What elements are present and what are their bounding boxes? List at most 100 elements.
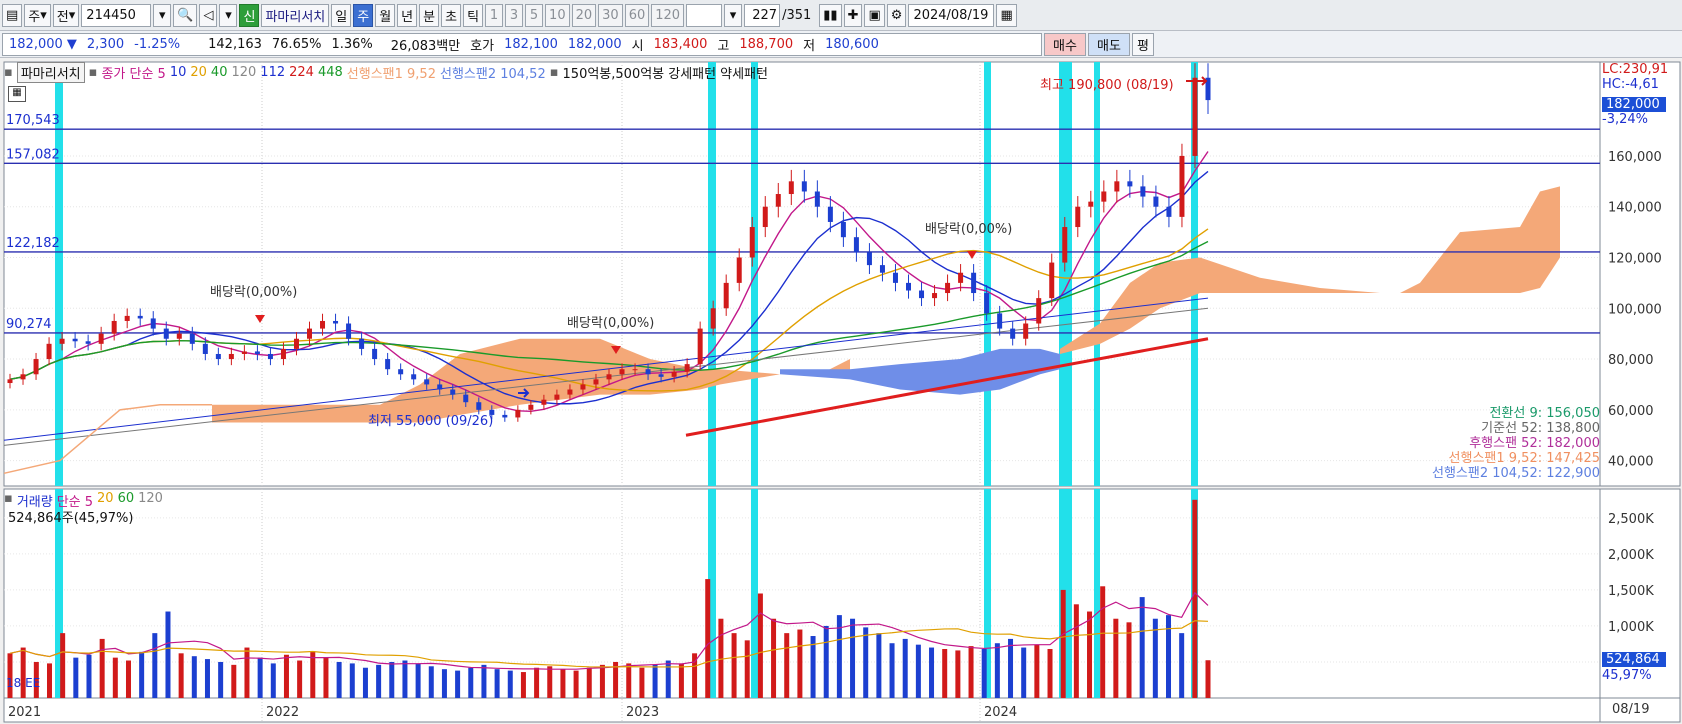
period-month[interactable]: 월 — [375, 3, 396, 27]
volume-bar — [784, 633, 790, 698]
tick-20[interactable]: 20 — [571, 3, 597, 27]
candle-body — [293, 338, 299, 349]
candle-body — [241, 351, 247, 354]
candle-body — [346, 323, 352, 339]
volume-bar — [323, 657, 329, 698]
current-price: 182,000 ▼ — [9, 36, 77, 52]
candle-body — [111, 320, 117, 334]
search-icon[interactable]: 🔍 — [173, 3, 198, 27]
volume-bar — [1073, 604, 1079, 698]
code-input[interactable]: 214450 — [81, 3, 152, 27]
menu-icon[interactable]: ▤ — [2, 3, 23, 27]
candle-icon[interactable]: ▮▮ — [819, 3, 842, 27]
speaker-icon[interactable]: ◁ — [199, 3, 218, 27]
custom-tick-input[interactable] — [686, 3, 723, 27]
volume-chart[interactable]: 500K1,000K1,500K2,000K2,500K202120222023… — [0, 487, 1682, 724]
vol-min-label: 18 EE — [6, 676, 40, 690]
candle-body — [775, 194, 781, 207]
save-icon[interactable]: ▣ — [864, 3, 885, 27]
volume-bar — [415, 663, 421, 698]
prev-select[interactable]: 전 ▾ — [52, 3, 80, 27]
candle-body — [1114, 181, 1120, 192]
candle-body — [424, 379, 430, 385]
candle-body — [1023, 323, 1029, 339]
candle-body — [827, 206, 833, 222]
volume-bar — [810, 636, 816, 698]
speaker-dropdown-icon[interactable]: ▾ — [219, 3, 238, 27]
buy-button[interactable]: 매수 — [1044, 32, 1086, 56]
volume-bar — [204, 659, 210, 698]
candle-body — [398, 369, 404, 375]
candle-body — [853, 237, 859, 253]
candle-body — [307, 328, 312, 339]
tick-60[interactable]: 60 — [624, 3, 650, 27]
volume-bar — [218, 661, 224, 698]
tick-3[interactable]: 3 — [505, 3, 524, 27]
period-second[interactable]: 초 — [441, 3, 462, 27]
period-day[interactable]: 일 — [331, 3, 352, 27]
volume-bar — [757, 593, 763, 698]
high-price: 188,700 — [739, 36, 794, 52]
candle-body — [749, 227, 755, 258]
period-year[interactable]: 년 — [397, 3, 418, 27]
volume-bar — [520, 672, 526, 698]
period-minute[interactable]: 분 — [419, 3, 440, 27]
code-dropdown-icon[interactable]: ▾ — [153, 3, 172, 27]
date-input[interactable]: 2024/08/19 — [908, 3, 995, 27]
candle-body — [1075, 206, 1081, 228]
volume-bar — [112, 657, 118, 698]
tick-10[interactable]: 10 — [545, 3, 570, 27]
volume-bar — [1021, 647, 1027, 698]
sell-button[interactable]: 매도 — [1088, 32, 1130, 56]
candle-body — [1179, 155, 1185, 217]
gear-icon[interactable]: ⚙ — [886, 3, 907, 27]
tick-1[interactable]: 1 — [485, 3, 504, 27]
legend-ma112: 112 — [260, 65, 286, 80]
mode-label: 주 — [28, 9, 41, 25]
candle-body — [1062, 227, 1068, 263]
mode-select[interactable]: 주 ▾ — [24, 3, 51, 27]
candle-body — [163, 328, 169, 339]
candle-body — [906, 282, 911, 291]
crosshair-icon[interactable]: ✚ — [843, 3, 863, 27]
volume-tick-label: 1,000K — [1608, 620, 1654, 635]
table-icon[interactable]: ▦ — [8, 86, 26, 102]
volume-bar — [349, 663, 355, 698]
tick-120[interactable]: 120 — [651, 3, 685, 27]
vol-highlight-band — [1094, 489, 1100, 698]
legend-ma20: 20 — [190, 65, 207, 80]
period-week[interactable]: 주 — [353, 3, 374, 27]
evaluate-button[interactable]: 평 — [1132, 32, 1154, 56]
candle-body — [1088, 201, 1094, 207]
candle-body — [619, 369, 625, 375]
count-input[interactable]: 227 — [744, 3, 781, 27]
tick-5[interactable]: 5 — [525, 3, 544, 27]
volume-bar — [744, 640, 750, 698]
volume-bar — [942, 648, 948, 698]
volume-bar — [99, 638, 105, 698]
candle-body — [98, 333, 104, 344]
candle-body — [814, 191, 820, 207]
candle-body — [280, 348, 286, 360]
period-tick[interactable]: 틱 — [463, 3, 484, 27]
volume-bar — [889, 643, 895, 698]
stock-name[interactable]: 파마리서치 — [261, 3, 330, 27]
price-chart[interactable]: 40,000 60,000 80,000 100,000 120,000 140,000 1… — [0, 58, 1682, 487]
volume-bar — [929, 647, 935, 698]
volume-bar — [468, 667, 474, 698]
calendar-icon[interactable]: ▦ — [996, 3, 1017, 27]
volume-tick-label: 2,500K — [1608, 512, 1654, 527]
volume-bar — [231, 664, 237, 698]
tick-30[interactable]: 30 — [598, 3, 623, 27]
legend-stock-name[interactable]: 파마리서치 — [16, 62, 85, 83]
candle-body — [541, 399, 547, 405]
volume-bar — [823, 625, 829, 698]
custom-tick-dropdown-icon[interactable]: ▾ — [724, 3, 743, 27]
volume-bar — [534, 667, 540, 698]
candle-body — [1127, 181, 1133, 187]
legend-pattern: 150억봉,500억봉 강세패턴 — [562, 67, 717, 82]
volume-bar — [771, 618, 777, 698]
candle-body — [945, 282, 951, 294]
candle-body — [124, 315, 130, 321]
candle-body — [463, 394, 469, 403]
